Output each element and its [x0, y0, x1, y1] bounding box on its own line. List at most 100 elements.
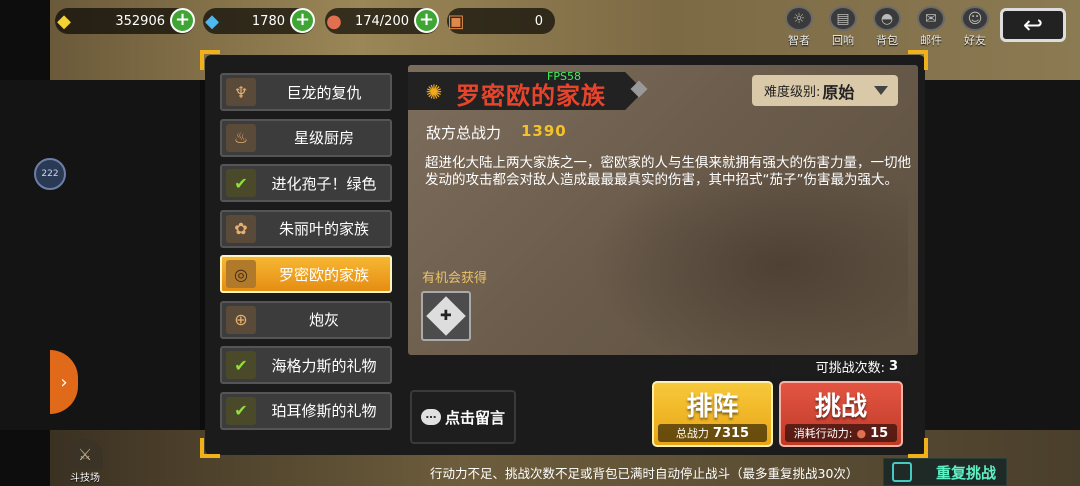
left-dial-badge[interactable]: 222 [34, 158, 66, 190]
dragon-icon: ♆ [226, 78, 256, 106]
stage-description: 超进化大陆上两大家族之一，密欧家的人与生俱来就拥有强大的伤害力量，一切他发动的攻… [425, 155, 911, 188]
mail-label: 邮件 [920, 34, 942, 47]
challenge-cost-value: 15 [870, 425, 889, 441]
chevron-down-icon [874, 86, 888, 95]
check-icon: ✔ [226, 396, 256, 425]
spiral-emblem-icon: ✺ [425, 80, 443, 104]
lineup-button[interactable]: 排阵 总战力 7315 [652, 381, 773, 447]
ticket-resource: ▣ 0 [447, 8, 555, 34]
panel-corner-decoration [908, 438, 928, 458]
stage-item[interactable]: ✔ 海格力斯的礼物 [220, 346, 392, 384]
drumstick-icon: ● [326, 10, 342, 32]
sage-label: 智者 [788, 34, 810, 47]
echo-button[interactable]: ▤ 回响 [824, 6, 862, 48]
add-gem-button[interactable]: + [290, 8, 315, 33]
challenge-cost: 消耗行动力: ● 15 [785, 424, 897, 442]
challenge-button[interactable]: 挑战 消耗行动力: ● 15 [779, 381, 903, 447]
target-icon: ⊕ [226, 305, 256, 334]
gold-resource: ◆ 352906 + [55, 8, 195, 34]
bag-icon: ◓ [873, 6, 901, 31]
stage-label: 朱丽叶的家族 [278, 220, 369, 238]
stage-label: 海格力斯的礼物 [271, 356, 377, 375]
stage-label: 炮灰 [308, 311, 339, 329]
flower-icon: ✿ [226, 214, 256, 243]
difficulty-dropdown[interactable]: 难度级别: 原始 [752, 75, 898, 106]
back-button[interactable]: ↩ [1000, 8, 1066, 42]
stage-label: 珀耳修斯的礼物 [271, 402, 377, 420]
stage-label: 星级厨房 [293, 129, 354, 147]
stage-item[interactable]: ✔ 珀耳修斯的礼物 [220, 391, 392, 430]
gold-icon: ◆ [57, 10, 71, 32]
drop-label: 有机会获得 [422, 271, 488, 286]
stage-list: ♆ 巨龙的复仇 ♨ 星级厨房 ✔ 进化孢子！绿色 ✿ 朱丽叶的家族 ◎ 罗密欧的… [220, 73, 392, 437]
panel-corner-decoration [200, 438, 220, 458]
echo-label: 回响 [832, 34, 854, 47]
challenge-count-value: 3 [888, 358, 898, 374]
challenge-label: 挑战 [814, 392, 867, 422]
left-side-frame [0, 80, 200, 430]
ticket-value: 0 [534, 13, 543, 29]
stamina-resource: ● 174/200 + [325, 8, 439, 34]
repeat-challenge-label: 重复挑战 [936, 463, 997, 482]
spiral-icon: ◎ [226, 260, 256, 288]
chevron-right-icon: › [60, 371, 68, 393]
stage-label: 罗密欧的家族 [278, 265, 369, 284]
gold-value: 352906 [115, 13, 165, 29]
challenge-cost-label: 消耗行动力: [793, 427, 853, 440]
stage-label: 巨龙的复仇 [286, 83, 362, 102]
drop-item-slot[interactable]: ✚ [421, 291, 471, 341]
checkbox[interactable] [892, 462, 912, 482]
challenge-count-label: 可挑战次数: [815, 360, 885, 376]
stage-label: 进化孢子！绿色 [271, 174, 377, 193]
drumstick-icon: ● [856, 426, 867, 440]
comment-button[interactable]: … 点击留言 [410, 390, 516, 444]
friends-button[interactable]: ☺ 好友 [956, 6, 994, 48]
return-arrow-icon: ↩ [1022, 11, 1044, 39]
stage-item-selected[interactable]: ◎ 罗密欧的家族 [220, 255, 392, 293]
lineup-power-value: 7315 [712, 425, 750, 441]
auto-stop-note: 行动力不足、挑战次数不足或背包已满时自动停止战斗（最多重复挑战30次） [430, 466, 859, 481]
friends-label: 好友 [964, 34, 986, 47]
enemy-power-value: 1390 [521, 122, 567, 140]
gem-resource: ◆ 1780 + [203, 8, 315, 34]
bag-button[interactable]: ◓ 背包 [868, 6, 906, 48]
arena-icon: ⚔ [67, 439, 103, 469]
mail-button[interactable]: ✉ 邮件 [912, 6, 950, 48]
check-icon: ✔ [226, 351, 256, 379]
comment-label: 点击留言 [444, 408, 505, 427]
add-gold-button[interactable]: + [170, 8, 195, 33]
challenge-count: 可挑战次数: 3 [770, 355, 910, 377]
mail-icon: ✉ [917, 6, 945, 31]
ticket-icon: ▣ [447, 10, 465, 32]
resource-bar: ◆ 352906 + ◆ 1780 + ● 174/200 + ▣ 0 [55, 8, 555, 36]
fps-counter: FPS58 [547, 70, 581, 83]
stage-item[interactable]: ♆ 巨龙的复仇 [220, 73, 392, 111]
lineup-label: 排阵 [686, 392, 739, 422]
sage-icon: ☼ [785, 6, 813, 31]
lineup-power-label: 总战力 [675, 427, 709, 440]
difficulty-value: 原始 [822, 82, 855, 102]
check-icon: ✔ [226, 169, 256, 197]
panel-corner-decoration [200, 50, 220, 70]
stage-item[interactable]: ✔ 进化孢子！绿色 [220, 164, 392, 202]
gem-value: 1780 [251, 13, 285, 29]
bag-label: 背包 [876, 34, 898, 47]
difficulty-label: 难度级别: [764, 85, 821, 100]
stamina-value: 174/200 [354, 13, 409, 29]
stage-item[interactable]: ♨ 星级厨房 [220, 118, 392, 157]
friends-icon: ☺ [961, 6, 989, 31]
lineup-power: 总战力 7315 [658, 424, 767, 442]
cards-icon: ▤ [829, 6, 857, 31]
gem-icon: ◆ [205, 10, 219, 32]
sage-button[interactable]: ☼ 智者 [780, 6, 818, 48]
speech-bubble-icon: … [420, 409, 441, 425]
add-stamina-button[interactable]: + [414, 8, 439, 33]
rune-icon: ✚ [426, 296, 466, 336]
repeat-challenge-toggle[interactable]: 重复挑战 [883, 458, 1007, 486]
top-menu: ☼ 智者 ▤ 回响 ◓ 背包 ✉ 邮件 ☺ 好友 [780, 6, 994, 48]
arena-shortcut[interactable]: ⚔ 斗技场 [55, 430, 115, 484]
arena-label: 斗技场 [70, 473, 100, 484]
pot-icon: ♨ [226, 123, 256, 152]
stage-item[interactable]: ✿ 朱丽叶的家族 [220, 209, 392, 248]
stage-item[interactable]: ⊕ 炮灰 [220, 300, 392, 339]
